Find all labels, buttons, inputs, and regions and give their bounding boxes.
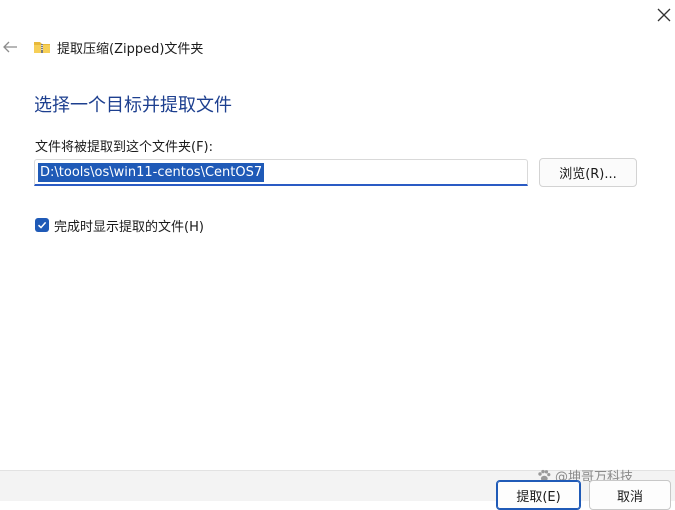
back-arrow-icon xyxy=(3,41,17,53)
show-files-option[interactable]: 完成时显示提取的文件(H) xyxy=(35,216,204,235)
back-button[interactable] xyxy=(0,36,20,58)
checkmark-icon xyxy=(37,221,47,229)
destination-path-field[interactable]: D:\tools\os\win11-centos\CentOS7 xyxy=(34,159,528,186)
page-heading: 选择一个目标并提取文件 xyxy=(34,95,232,116)
title-bar: 提取压缩(Zipped)文件夹 xyxy=(33,37,203,57)
extract-button[interactable]: 提取(E) xyxy=(496,480,581,510)
close-icon xyxy=(657,8,671,22)
destination-path-input[interactable]: D:\tools\os\win11-centos\CentOS7 xyxy=(38,163,265,182)
destination-label: 文件将被提取到这个文件夹(F): xyxy=(35,140,214,155)
zipped-folder-icon xyxy=(34,42,50,53)
cancel-button[interactable]: 取消 xyxy=(589,480,671,510)
show-files-label: 完成时显示提取的文件(H) xyxy=(54,219,204,235)
show-files-checkbox[interactable] xyxy=(35,218,49,232)
close-button[interactable] xyxy=(646,0,675,30)
browse-button[interactable]: 浏览(R)... xyxy=(539,158,637,187)
window-title: 提取压缩(Zipped)文件夹 xyxy=(57,41,204,57)
